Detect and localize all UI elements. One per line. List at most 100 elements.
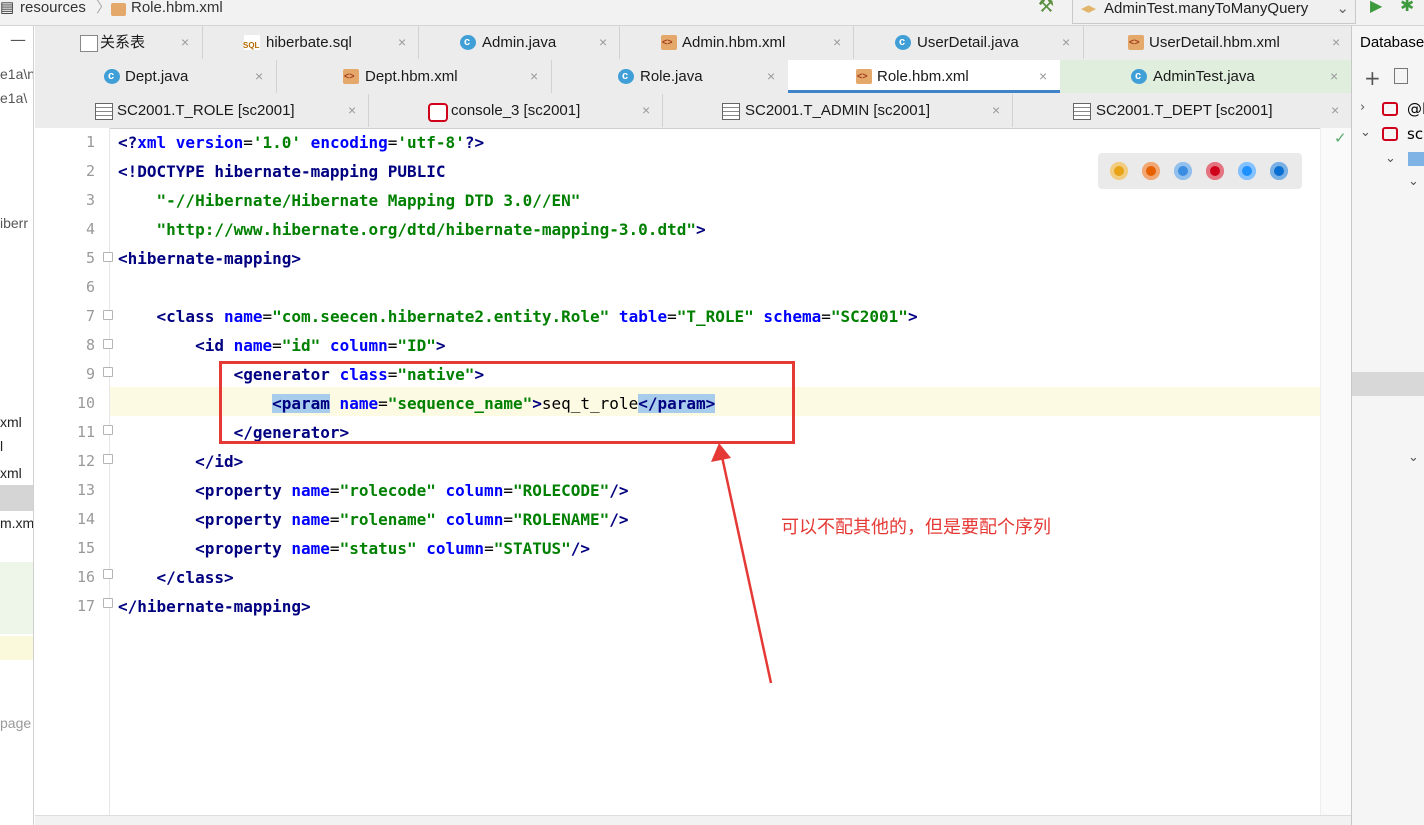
close-icon[interactable]: × xyxy=(181,26,189,59)
close-icon[interactable]: × xyxy=(599,26,607,59)
chevron-right-icon[interactable]: › xyxy=(1360,100,1365,115)
tab-t-role-table[interactable]: SC2001.T_ROLE [sc2001] × xyxy=(35,94,369,127)
close-icon[interactable]: × xyxy=(642,94,650,127)
code-token: "http://www.hibernate.org/dtd/hibernate-… xyxy=(118,220,696,239)
fold-marker[interactable] xyxy=(103,367,113,377)
tab-userdetail-hbm-xml[interactable]: UserDetail.hbm.xml × xyxy=(1083,26,1351,59)
chevron-down-icon[interactable]: ⌄ xyxy=(1408,450,1419,465)
code-line: <?xml version='1.0' encoding='utf-8'?> xyxy=(118,128,484,157)
project-tree-item[interactable]: e1a\n xyxy=(0,66,33,82)
fold-marker[interactable] xyxy=(103,425,113,435)
close-icon[interactable]: × xyxy=(530,60,538,93)
run-icon[interactable]: ▶ xyxy=(1370,0,1382,24)
code-token: column xyxy=(435,510,504,529)
db-tree-item[interactable]: sc2 xyxy=(1407,125,1424,143)
line-number: 6 xyxy=(85,278,95,296)
code-token: = xyxy=(387,336,398,355)
tab-label: Admin.hbm.xml xyxy=(682,34,786,51)
add-icon[interactable]: + xyxy=(1364,66,1381,90)
code-line: <!DOCTYPE hibernate-mapping PUBLIC xyxy=(118,157,446,186)
fold-marker[interactable] xyxy=(103,598,113,608)
project-tree-item[interactable]: xml xyxy=(0,414,22,430)
close-icon[interactable]: × xyxy=(767,60,775,93)
project-tree-item[interactable]: l xyxy=(0,438,3,454)
build-hammer-icon[interactable]: ⚒ xyxy=(1038,0,1054,23)
project-tree-item[interactable]: iberr xyxy=(0,215,28,231)
fold-marker[interactable] xyxy=(103,310,113,320)
tab-userdetail-java[interactable]: UserDetail.java × xyxy=(853,26,1084,59)
code-token: table xyxy=(609,307,668,326)
changed-files-highlight xyxy=(0,562,33,634)
tab-t-admin-table[interactable]: SC2001.T_ADMIN [sc2001] × xyxy=(662,94,1013,127)
tab-admintest-java[interactable]: AdminTest.java × xyxy=(1060,60,1351,93)
chevron-down-icon[interactable]: ⌄ xyxy=(1360,125,1371,140)
close-icon[interactable]: × xyxy=(992,94,1000,127)
opera-icon[interactable] xyxy=(1206,162,1224,180)
code-token: = xyxy=(262,307,273,326)
tab-console-3[interactable]: console_3 [sc2001] × xyxy=(368,94,663,127)
tab-dept-java[interactable]: Dept.java × xyxy=(35,60,277,93)
table-icon xyxy=(722,103,740,120)
console-icon xyxy=(428,103,448,122)
project-tree-item[interactable]: xml xyxy=(0,465,22,481)
annotation-text: 可以不配其他的，但是要配个序列 xyxy=(781,517,1051,538)
code-token: = xyxy=(503,510,513,529)
tab-label: Dept.java xyxy=(125,68,189,85)
tab-label: SC2001.T_DEPT [sc2001] xyxy=(1096,102,1273,119)
code-token: > xyxy=(907,307,918,326)
close-icon[interactable]: × xyxy=(398,26,406,59)
code-token: /> xyxy=(609,510,629,529)
project-tree-item[interactable]: m.xm xyxy=(0,515,33,531)
close-icon[interactable]: × xyxy=(255,60,263,93)
project-tree-item[interactable]: page xyxy=(0,715,31,731)
tab-admin-hbm-xml[interactable]: Admin.hbm.xml × xyxy=(619,26,854,59)
copy-icon[interactable] xyxy=(1394,68,1408,84)
code-token: = xyxy=(484,539,494,558)
fold-marker[interactable] xyxy=(103,339,113,349)
code-token: <hibernate-mapping> xyxy=(118,249,302,268)
code-token: > xyxy=(435,336,446,355)
fold-marker[interactable] xyxy=(103,454,113,464)
code-line: </id> xyxy=(118,447,243,476)
breadcrumb-file[interactable]: Role.hbm.xml xyxy=(131,0,223,25)
tab-hiberbate-sql[interactable]: hiberbate.sql × xyxy=(202,26,419,60)
tab-role-hbm-xml[interactable]: Role.hbm.xml × xyxy=(788,60,1061,93)
tab-dept-hbm-xml[interactable]: Dept.hbm.xml × xyxy=(276,60,552,93)
code-token: <id xyxy=(195,336,234,355)
code-token: = xyxy=(243,133,253,152)
chevron-down-icon[interactable]: ⌄ xyxy=(1385,151,1396,166)
edge-icon[interactable] xyxy=(1270,162,1288,180)
close-icon[interactable]: × xyxy=(833,26,841,59)
close-icon[interactable]: × xyxy=(348,94,356,127)
close-icon[interactable]: × xyxy=(1331,94,1339,127)
debug-icon[interactable]: ✱ xyxy=(1400,0,1414,23)
tab-t-dept-table[interactable]: SC2001.T_DEPT [sc2001] × xyxy=(1012,94,1351,127)
code-token: > xyxy=(695,220,706,239)
tab-relation-table[interactable]: 关系表 × xyxy=(35,26,203,59)
selected-tree-row[interactable] xyxy=(0,485,33,511)
fold-marker[interactable] xyxy=(103,252,113,262)
close-icon[interactable]: × xyxy=(1330,60,1338,93)
code-token: <property xyxy=(195,510,292,529)
tab-admin-java[interactable]: Admin.java × xyxy=(418,26,620,59)
close-icon[interactable]: × xyxy=(1062,26,1070,59)
project-tree-item[interactable]: e1a\ xyxy=(0,90,27,106)
chrome-icon[interactable] xyxy=(1110,162,1128,180)
safari-icon[interactable] xyxy=(1174,162,1192,180)
selected-db-row[interactable] xyxy=(1352,372,1424,396)
tab-role-java[interactable]: Role.java × xyxy=(551,60,789,93)
code-token: "T_ROLE" xyxy=(676,307,754,326)
run-configuration-select[interactable]: ◂▸ AdminTest.manyToManyQuery ⌄ xyxy=(1072,0,1356,24)
breadcrumb-folder[interactable]: resources xyxy=(20,0,86,25)
close-icon[interactable]: × xyxy=(1332,26,1340,59)
database-pane: Database + › @l ⌄ sc2 ⌄ ⌄ ⌄ xyxy=(1351,26,1424,825)
ie-icon[interactable] xyxy=(1238,162,1256,180)
fold-marker[interactable] xyxy=(103,569,113,579)
chevron-down-icon[interactable]: ⌄ xyxy=(1408,174,1419,189)
breadcrumb-folder-icon: ▤ xyxy=(0,0,15,16)
firefox-icon[interactable] xyxy=(1142,162,1160,180)
db-tree-item[interactable]: @l xyxy=(1407,100,1424,118)
close-icon[interactable]: × xyxy=(1039,60,1047,93)
minimize-icon[interactable]: — xyxy=(10,30,26,49)
table-icon xyxy=(1073,103,1091,120)
